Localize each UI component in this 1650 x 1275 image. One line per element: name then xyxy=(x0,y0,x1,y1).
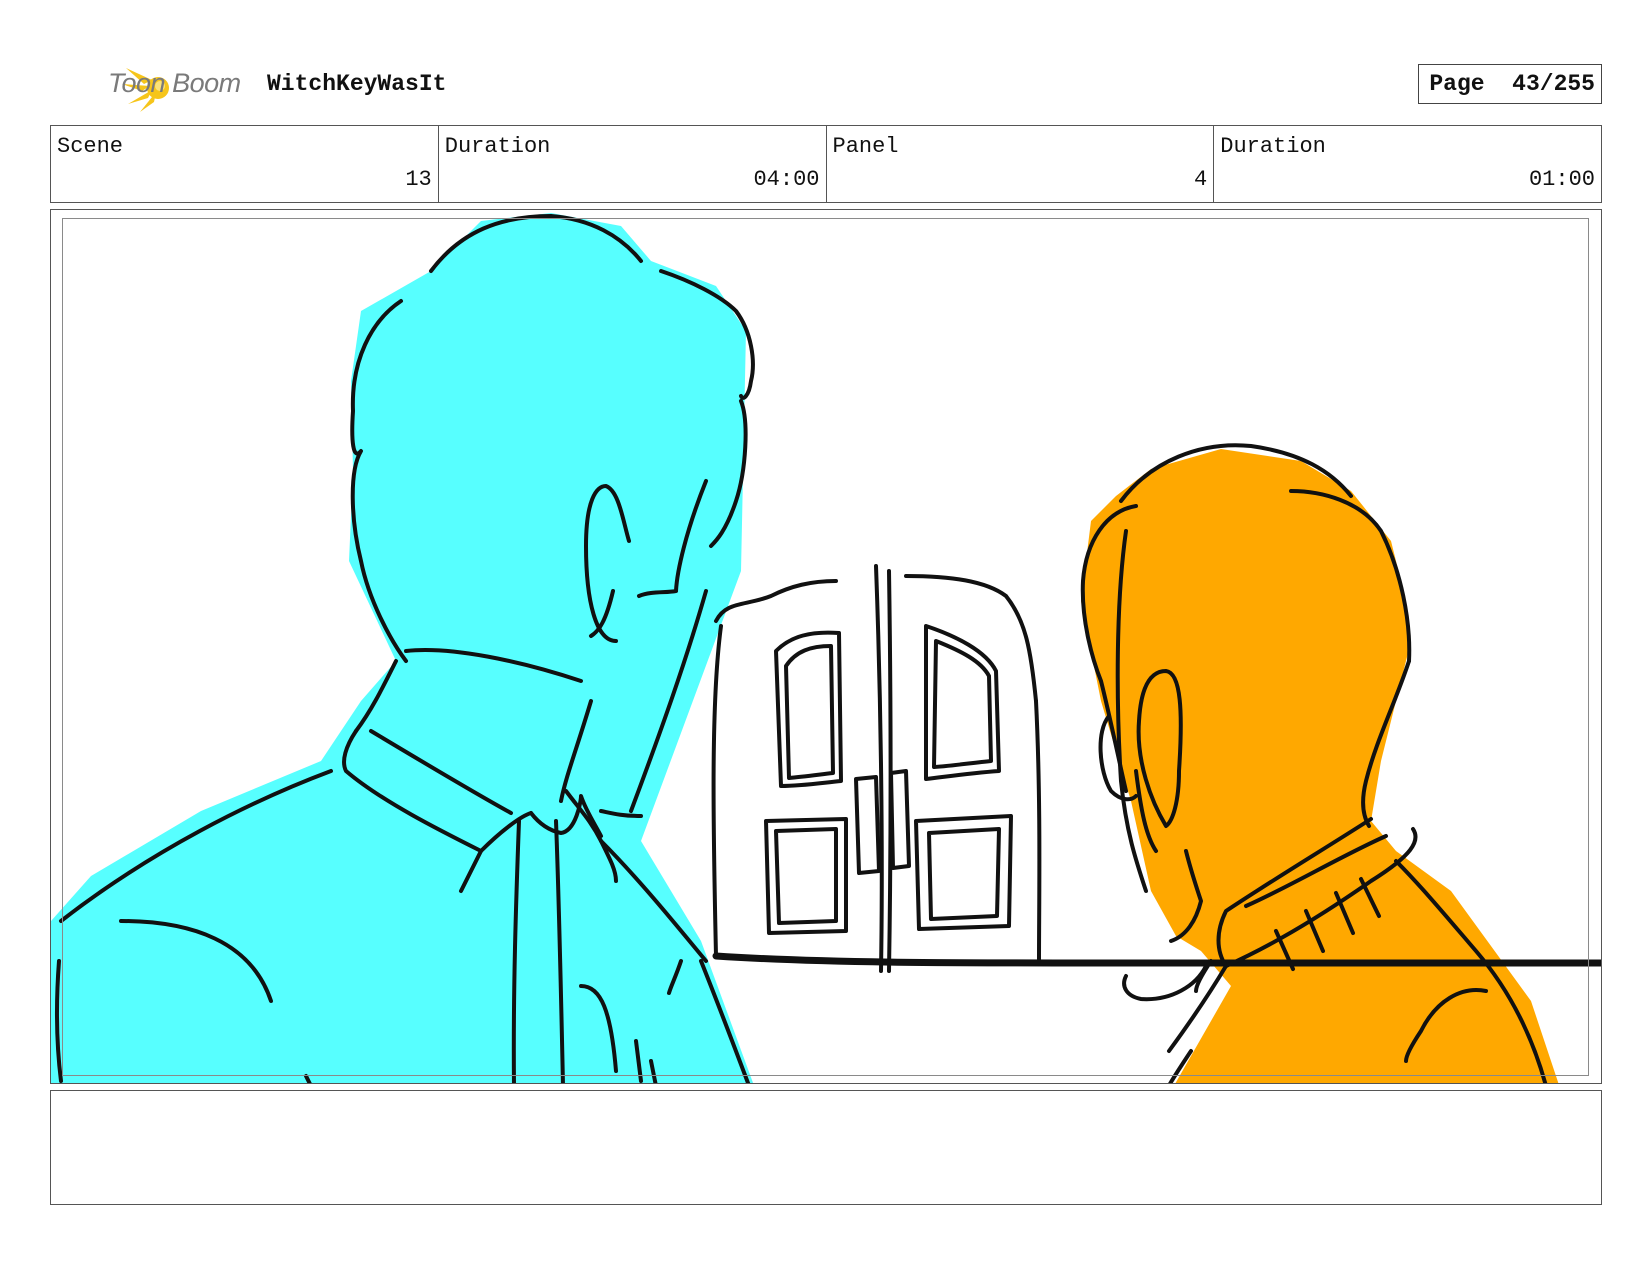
right-character-fill xyxy=(1081,449,1559,1083)
scene-label: Scene xyxy=(57,134,124,159)
panel-duration-label: Duration xyxy=(1220,134,1326,159)
panel-duration-cell: Duration 01:00 xyxy=(1214,126,1601,202)
brand-name: Toon Boom xyxy=(108,68,241,98)
scene-duration-cell: Duration 04:00 xyxy=(439,126,827,202)
left-character-fill xyxy=(51,213,754,1083)
page-number: 43/255 xyxy=(1512,71,1595,97)
scene-value: 13 xyxy=(405,167,432,192)
scene-duration-value: 04:00 xyxy=(753,167,820,192)
scene-duration-label: Duration xyxy=(444,134,551,159)
page-label: Page xyxy=(1429,71,1485,97)
page-indicator: Page 43/255 xyxy=(1418,64,1602,104)
scene-cell: Scene 13 xyxy=(51,126,439,202)
panel-drawing xyxy=(51,213,1601,1083)
panel-label: Panel xyxy=(832,134,899,159)
panel-cell: Panel 4 xyxy=(827,126,1215,202)
storyboard-panel xyxy=(50,209,1602,1084)
panel-value: 4 xyxy=(1194,167,1208,192)
panel-info-row: Scene 13 Duration 04:00 Panel 4 Duration… xyxy=(50,125,1602,203)
door-handles xyxy=(854,775,881,875)
project-title: WitchKeyWasIt xyxy=(267,71,447,97)
dialogue-notes-box[interactable] xyxy=(50,1090,1602,1205)
panel-duration-value: 01:00 xyxy=(1528,167,1595,192)
